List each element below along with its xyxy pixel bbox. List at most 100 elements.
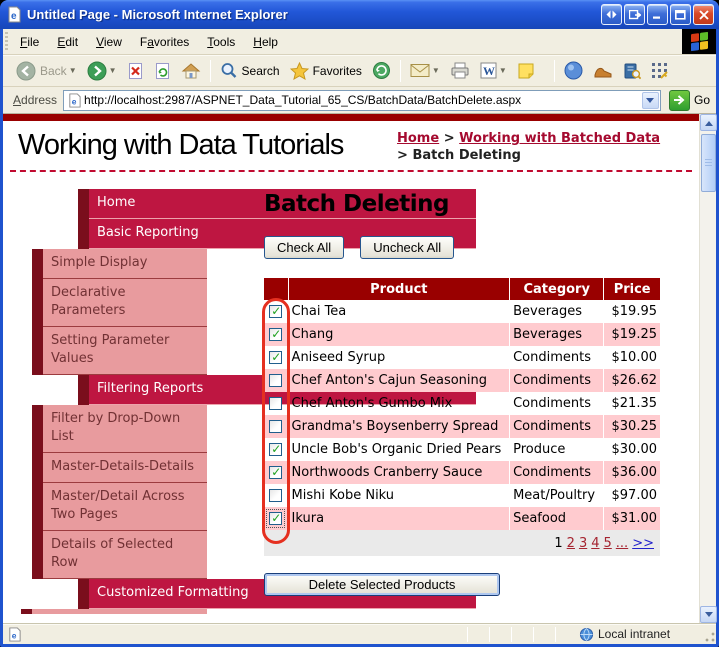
refresh-button[interactable] [149,59,176,83]
products-table-wrap: Product Category Price Chai TeaBeverages… [262,278,660,556]
menu-file[interactable]: File [11,32,48,52]
sidebar-item-stripe [78,219,89,249]
menu-edit[interactable]: Edit [48,32,87,52]
price-cell: $10.00 [603,346,660,369]
product-cell: Aniseed Syrup [287,346,510,369]
close-icon [698,9,709,20]
category-cell: Beverages [509,323,604,346]
security-zone: Local intranet [577,627,703,642]
back-button[interactable]: Back ▼ [11,58,82,84]
checkbox-cell [264,484,288,507]
delete-selected-button[interactable]: Delete Selected Products [264,573,500,596]
checkbox-cell [264,346,288,369]
pager-next-link[interactable]: >> [632,536,654,551]
pager-page-link[interactable]: 3 [579,536,587,551]
address-bar: Address e Go [3,87,716,114]
pager-row: 1 2 3 4 5... >> [264,530,660,556]
check-all-button[interactable]: Check All [264,236,345,259]
pager-ellipsis-link[interactable]: ... [616,536,628,551]
pager-page-link[interactable]: 5 [604,536,612,551]
messenger-button[interactable] [559,58,588,83]
vertical-scrollbar[interactable] [699,114,717,623]
home-button[interactable] [176,59,206,83]
sidebar-item-master-details-details[interactable]: Master-Details-Details [21,453,207,483]
notes-button[interactable] [512,59,540,83]
scroll-up-button[interactable] [700,114,717,131]
menu-view[interactable]: View [87,32,131,52]
research-button[interactable] [618,59,646,83]
price-cell: $30.25 [603,415,660,438]
sidebar-item-label: Master-Details-Details [43,453,207,483]
sidebar: Home Basic Reporting Simple Display Declara… [21,189,476,614]
edit-with-word-button[interactable]: W ▼ [475,59,512,82]
row-checkbox[interactable] [269,397,283,410]
sidebar-item-filter-by-drop-down-list[interactable]: Filter by Drop-Down List [21,405,207,453]
uncheck-all-button[interactable]: Uncheck All [360,236,455,259]
page-header: Working with Data Tutorials Home > Worki… [3,121,699,170]
address-input[interactable] [82,93,642,107]
row-checkbox[interactable] [269,304,283,318]
row-checkbox[interactable] [269,442,283,456]
row-checkbox[interactable] [269,350,283,364]
stop-button[interactable] [122,59,149,83]
mail-dropdown-icon[interactable]: ▼ [432,66,440,75]
mail-button[interactable]: ▼ [405,60,445,81]
status-page-icon: e [9,626,21,642]
favorites-button[interactable]: Favorites [285,59,367,83]
pager-page-link[interactable]: 4 [591,536,599,551]
close-button[interactable] [693,4,714,25]
sidebar-item-declarative-parameters[interactable]: Declarative Parameters [21,279,207,327]
status-divider [511,626,512,642]
address-combo[interactable]: e [63,89,661,111]
table-row: Aniseed SyrupCondiments$10.00 [264,346,660,369]
menu-grip[interactable] [4,32,9,51]
row-checkbox[interactable] [269,374,283,387]
edit-dropdown-icon[interactable]: ▼ [499,66,507,75]
sidebar-item-simple-display[interactable]: Simple Display [21,249,207,279]
encoding-button[interactable] [646,59,674,83]
breadcrumb-section-link[interactable]: Working with Batched Data [459,131,660,146]
product-cell: Chef Anton's Cajun Seasoning [287,369,510,392]
history-button[interactable] [367,58,396,83]
breadcrumb-home-link[interactable]: Home [397,131,439,146]
pager-page-link[interactable]: 2 [567,536,575,551]
row-checkbox[interactable] [269,465,283,479]
sidebar-item-stripe [32,327,43,375]
menu-tools[interactable]: Tools [198,32,244,52]
price-cell: $31.00 [603,507,660,530]
checkbox-cell [264,461,289,484]
window-arrows-button[interactable] [601,4,622,25]
forward-dropdown-icon[interactable]: ▼ [109,66,117,75]
checkbox-cell [264,507,289,530]
local-intranet-icon [579,627,594,641]
row-checkbox[interactable] [266,509,286,528]
menu-bar: File Edit View Favorites Tools Help [3,29,716,55]
go-button[interactable] [668,89,690,111]
menu-favorites[interactable]: Favorites [131,32,198,52]
maximize-button[interactable] [670,4,691,25]
row-checkbox[interactable] [269,327,283,341]
toolbar-separator [209,59,211,82]
sidebar-item-details-of-selected-row[interactable]: Details of Selected Row [21,531,207,579]
category-cell: Condiments [509,415,604,438]
sidebar-item-label: Setting Parameter Values [43,327,207,375]
print-button[interactable] [445,59,475,82]
sidebar-item-master-detail-across-two-pages[interactable]: Master/Detail Across Two Pages [21,483,207,531]
address-dropdown-button[interactable] [641,91,659,109]
window-popout-button[interactable] [624,4,645,25]
menu-help[interactable]: Help [244,32,287,52]
forward-button[interactable]: ▼ [82,58,122,84]
resize-grip[interactable] [703,624,716,644]
search-button[interactable]: Search [215,59,285,83]
back-dropdown-icon[interactable]: ▼ [69,66,77,75]
popout-icon [628,9,641,19]
scrollbar-thumb[interactable] [701,134,716,192]
row-checkbox[interactable] [269,420,283,433]
row-checkbox[interactable] [269,489,283,502]
sidebar-item-setting-parameter-values[interactable]: Setting Parameter Values [21,327,207,375]
minimize-button[interactable] [647,4,668,25]
research-book-icon [624,63,641,79]
plugin-button[interactable] [588,60,618,82]
category-cell: Condiments [509,369,604,392]
scroll-down-button[interactable] [700,606,717,623]
